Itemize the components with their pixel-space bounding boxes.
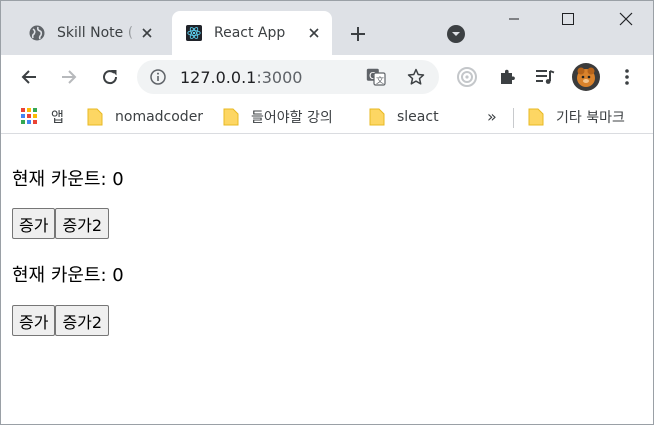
bookmark-folder-other[interactable]: 기타 북마크	[528, 107, 625, 127]
tab-skill-note[interactable]: Skill Note (	[15, 11, 165, 55]
folder-icon	[223, 108, 239, 126]
url-host: 127.0.0.1	[180, 68, 257, 87]
back-arrow-icon[interactable]	[15, 63, 43, 91]
tab-title: React App	[214, 25, 286, 41]
bookmark-apps[interactable]: 앱	[21, 107, 64, 127]
menu-kebab-icon[interactable]	[613, 63, 641, 91]
close-window-icon[interactable]	[603, 1, 649, 37]
bookmark-label: 들어야할 강의	[251, 110, 333, 126]
svg-text:文: 文	[376, 75, 384, 85]
react-logo-icon	[186, 25, 202, 41]
counter-buttons: 증가 증가2	[12, 305, 110, 336]
browser-window: Skill Note ( React App 127.0.0.1:3000 G …	[0, 0, 654, 425]
bookmarks-divider	[513, 108, 514, 128]
bookmark-folder-sleact[interactable]: sleact	[369, 107, 439, 127]
increment-button[interactable]: 증가	[12, 305, 56, 336]
more-bookmarks-button[interactable]: »	[487, 107, 497, 126]
bookmark-label: nomadcoder	[115, 109, 204, 125]
page-content: 현재 카운트: 0 증가 증가2 현재 카운트: 0 증가 증가2	[1, 141, 653, 424]
url-text: 127.0.0.1:3000	[180, 68, 302, 87]
close-tab-icon[interactable]	[137, 23, 157, 43]
bookmark-label: 기타 북마크	[556, 110, 625, 126]
increment-button[interactable]: 증가	[12, 208, 56, 239]
globe-icon	[29, 25, 45, 41]
bookmark-folder-nomadcoder[interactable]: nomadcoder	[87, 107, 203, 127]
toolbar: 127.0.0.1:3000 G文	[1, 55, 653, 100]
reload-icon[interactable]	[96, 63, 124, 91]
media-queue-icon[interactable]	[531, 63, 559, 91]
forward-arrow-icon[interactable]	[55, 63, 83, 91]
bookmark-label: sleact	[397, 109, 439, 125]
apps-grid-icon	[21, 108, 37, 126]
translate-icon[interactable]: G文	[365, 67, 387, 87]
extensions-puzzle-icon[interactable]	[493, 63, 521, 91]
current-count-text: 현재 카운트: 0	[12, 169, 124, 190]
new-tab-icon[interactable]	[346, 22, 370, 46]
minimize-icon[interactable]	[491, 1, 537, 37]
bookmark-star-icon[interactable]	[405, 67, 427, 87]
maximize-icon[interactable]	[545, 1, 591, 37]
folder-icon	[87, 108, 103, 126]
tab-react-app[interactable]: React App	[172, 11, 332, 55]
address-bar[interactable]: 127.0.0.1:3000 G文	[137, 60, 439, 94]
info-icon[interactable]	[149, 68, 167, 86]
profile-avatar[interactable]	[572, 63, 600, 91]
extension-icon[interactable]	[453, 63, 481, 91]
folder-icon	[528, 108, 544, 126]
tab-title: Skill Note (	[57, 25, 134, 41]
tab-strip: Skill Note ( React App	[1, 1, 653, 55]
increment2-button[interactable]: 증가2	[55, 305, 110, 336]
close-tab-icon[interactable]	[304, 23, 324, 43]
increment2-button[interactable]: 증가2	[55, 208, 110, 239]
folder-icon	[369, 108, 385, 126]
bookmark-folder-lectures[interactable]: 들어야할 강의	[223, 107, 333, 127]
bookmarks-bar: 앱 nomadcoder 들어야할 강의 sleact » 기타 북마크	[1, 100, 653, 134]
bookmark-label: 앱	[51, 110, 64, 126]
tab-search-icon[interactable]	[445, 23, 467, 45]
counter-buttons: 증가 증가2	[12, 208, 110, 239]
current-count-text: 현재 카운트: 0	[12, 265, 124, 286]
url-port: :3000	[256, 68, 303, 87]
